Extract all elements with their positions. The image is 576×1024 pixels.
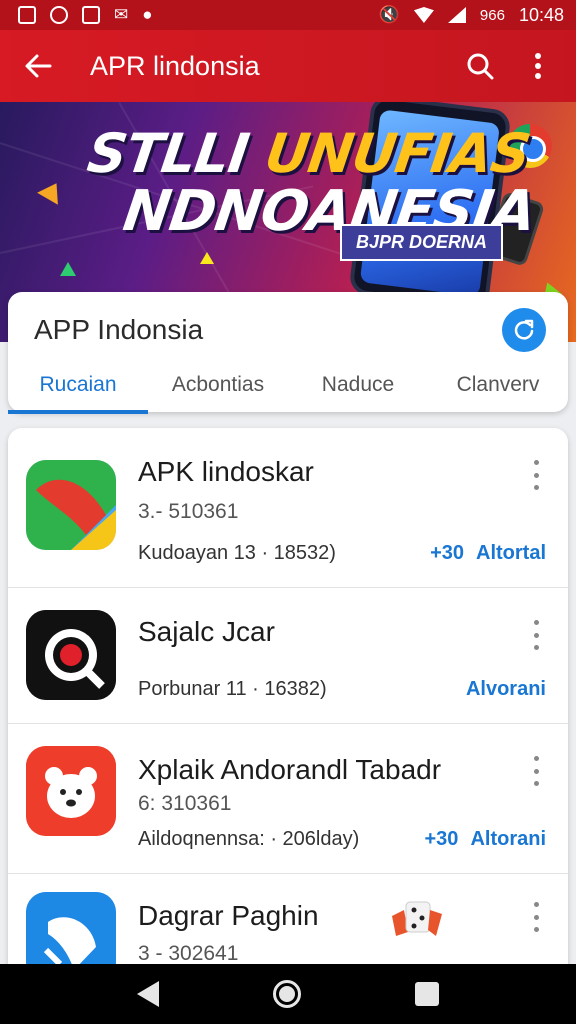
more-vert-icon — [535, 53, 541, 79]
notification-dot-icon: ● — [142, 5, 153, 24]
item-menu-button[interactable] — [526, 756, 546, 786]
refresh-icon — [514, 319, 534, 340]
app-meta: Porbunar 11 · 16382) — [138, 678, 327, 700]
banner-tag: BJPR DOERNA — [340, 224, 504, 261]
app-meta: Aildoqnennsa: · 206lday) — [138, 828, 360, 850]
screenshot-icon — [18, 6, 36, 24]
nav-home-icon[interactable] — [273, 980, 301, 1008]
list-item[interactable]: Sajalc Jcar Porbunar 11 · 16382) Alvoran… — [8, 588, 568, 724]
confetti-shape — [37, 177, 67, 205]
nav-recents-icon[interactable] — [415, 982, 439, 1006]
tab-naduce[interactable]: Naduce — [288, 358, 428, 412]
item-menu-button[interactable] — [526, 902, 546, 932]
item-menu-button[interactable] — [526, 620, 546, 650]
signal-icon — [447, 7, 466, 23]
tab-strip: Rucaian Acbontias Naduce Clanverv — [8, 358, 568, 414]
action-label: Altortal — [476, 542, 546, 564]
data-saver-icon — [50, 6, 68, 24]
app-action[interactable]: +30 Altorani — [425, 828, 547, 851]
app-action[interactable]: +30 Altortal — [430, 542, 546, 565]
tab-clanverv[interactable]: Clanverv — [428, 358, 568, 412]
download-count: +30 — [424, 828, 459, 850]
headline-line1-a: STLLI — [83, 122, 271, 185]
target-icon — [26, 610, 116, 700]
status-bar: ✉ ● 🔇 966 10:48 — [0, 0, 576, 30]
app-name: Xplaik Andorandl Tabadr — [138, 754, 442, 785]
headline-line1-b: UNUFIAS — [261, 122, 534, 185]
page-title: APR lindonsia — [90, 50, 260, 81]
list-item[interactable]: APK lindoskar 3.- 510361 Kudoayan 13 · 1… — [8, 428, 568, 588]
dice-thumbnail-icon — [388, 896, 446, 944]
status-notifications: ✉ ● — [18, 6, 153, 24]
mute-icon: 🔇 — [378, 5, 400, 24]
refresh-button[interactable] — [502, 308, 546, 352]
item-menu-button[interactable] — [526, 460, 546, 490]
messenger-icon: ✉ — [114, 5, 129, 24]
app-id: 3.- 510361 — [138, 500, 239, 523]
app-header-card: APP Indonsia Rucaian Acbontias Naduce Cl… — [8, 292, 568, 414]
search-icon — [467, 53, 494, 80]
download-count: +30 — [430, 542, 464, 564]
app-list: APK lindoskar 3.- 510361 Kudoayan 13 · 1… — [8, 428, 568, 988]
card-title: APP Indonsia — [34, 314, 204, 345]
app-id: 3 - 302641 — [138, 942, 239, 965]
tab-acbontias[interactable]: Acbontias — [148, 358, 288, 412]
tab-rucaian[interactable]: Rucaian — [8, 358, 148, 414]
clock: 10:48 — [518, 4, 564, 25]
battery-text: 966 — [479, 6, 505, 24]
app-id: 6: 310361 — [138, 792, 232, 815]
wifi-icon — [413, 7, 434, 23]
action-label: Alvorani — [465, 678, 546, 700]
back-button[interactable] — [16, 44, 60, 88]
arrow-left-icon — [25, 54, 52, 78]
nav-back-icon[interactable] — [137, 981, 159, 1007]
action-label: Altorani — [470, 828, 546, 850]
overflow-menu-button[interactable] — [516, 44, 560, 88]
app-bar: APR lindonsia — [0, 30, 576, 102]
confetti-shape — [200, 252, 214, 264]
confetti-shape — [60, 262, 76, 276]
app-name: Sajalc Jcar — [138, 616, 275, 647]
system-nav-bar — [0, 964, 576, 1024]
list-item[interactable]: Xplaik Andorandl Tabadr 6: 310361 Aildoq… — [8, 724, 568, 874]
chrome-like-icon — [26, 460, 116, 550]
app-name: Dagrar Paghin — [138, 900, 319, 931]
search-button[interactable] — [458, 44, 502, 88]
status-system: 🔇 966 10:48 — [379, 5, 564, 26]
app-action[interactable]: Alvorani — [466, 678, 546, 701]
app-name: APK lindoskar — [138, 456, 314, 487]
app-meta: Kudoayan 13 · 18532) — [138, 542, 336, 564]
bear-icon — [26, 746, 116, 836]
gallery-icon — [82, 6, 100, 24]
